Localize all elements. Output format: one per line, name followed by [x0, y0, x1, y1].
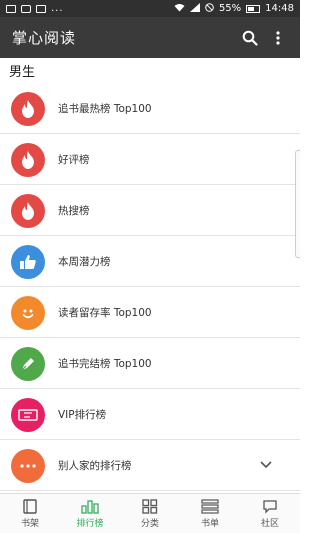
search-button[interactable] [236, 24, 264, 52]
status-right: 55% 14:48 [174, 2, 294, 15]
dots-icon [11, 448, 45, 483]
tab-label: 分类 [140, 518, 159, 529]
booklist-icon [201, 498, 219, 514]
tab-bookshelf[interactable]: 书架 [0, 494, 60, 533]
tab-ranking[interactable]: 排行榜 [60, 494, 120, 533]
ranking-item-label: 追书最热榜 Top100 [58, 103, 152, 115]
bottom-tab-bar: 书架 排行榜 分类 书单 社区 [0, 493, 300, 533]
community-icon [263, 499, 277, 514]
ranking-item-hot[interactable]: 追书最热榜 Top100 [0, 83, 300, 134]
message-notification-icon [21, 4, 31, 13]
tab-community[interactable]: 社区 [240, 494, 300, 533]
scroll-handle[interactable] [295, 150, 300, 258]
ranking-item-label: 好评榜 [58, 154, 90, 166]
image-notification-icon [6, 4, 16, 13]
flame-icon [11, 142, 45, 177]
tab-booklist[interactable]: 书单 [180, 494, 240, 533]
ranking-item-potential[interactable]: 本周潜力榜 [0, 236, 300, 287]
tab-label: 书单 [200, 518, 219, 529]
app-bar: 掌心阅读 [0, 17, 300, 58]
section-title: 男生 [9, 65, 36, 80]
ranking-item-label: 热搜榜 [58, 205, 90, 217]
ranking-icon [81, 499, 99, 514]
battery-icon [246, 4, 261, 13]
more-vert-icon [276, 30, 280, 45]
search-icon [242, 30, 258, 46]
battery-percent: 55% [218, 3, 242, 14]
wifi-icon [174, 3, 185, 15]
tab-label: 书架 [20, 518, 39, 529]
ranking-item-label: VIP排行榜 [58, 409, 107, 421]
overflow-menu-button[interactable] [264, 24, 292, 52]
ranking-item-label: 读者留存率 Top100 [58, 307, 152, 319]
gallery-notification-icon [36, 4, 46, 13]
chevron-down-icon[interactable] [260, 459, 276, 472]
bookshelf-icon [23, 498, 37, 514]
signal-icon [189, 2, 200, 15]
ranking-item-label: 追书完结榜 Top100 [58, 358, 152, 370]
pen-icon [11, 346, 45, 381]
tab-category[interactable]: 分类 [120, 494, 180, 533]
app-title: 掌心阅读 [12, 29, 77, 47]
status-left: ... [6, 3, 64, 14]
flame-icon [11, 193, 45, 228]
ranking-item-label: 别人家的排行榜 [58, 460, 132, 472]
smile-icon [11, 295, 45, 330]
grid-icon [142, 498, 158, 514]
ranking-item-completed[interactable]: 追书完结榜 Top100 [0, 338, 300, 389]
tab-label: 社区 [260, 518, 279, 529]
ranking-list: 追书最热榜 Top100 好评榜 热搜榜 本周潜力榜 读者留存率 Top100 … [0, 83, 300, 491]
more-notifications: ... [51, 3, 64, 14]
ranking-item-vip[interactable]: VIP排行榜 [0, 389, 300, 440]
ticket-icon [11, 397, 45, 432]
no-disturb-icon [205, 2, 214, 15]
thumbs-up-icon [11, 244, 45, 279]
status-bar: ... 55% 14:48 [0, 0, 300, 17]
ranking-item-others[interactable]: 别人家的排行榜 [0, 440, 300, 491]
clock: 14:48 [265, 3, 294, 14]
ranking-item-retention[interactable]: 读者留存率 Top100 [0, 287, 300, 338]
ranking-item-label: 本周潜力榜 [58, 256, 111, 268]
flame-icon [11, 91, 45, 126]
ranking-item-search[interactable]: 热搜榜 [0, 185, 300, 236]
tab-label: 排行榜 [76, 518, 104, 529]
ranking-item-rating[interactable]: 好评榜 [0, 134, 300, 185]
